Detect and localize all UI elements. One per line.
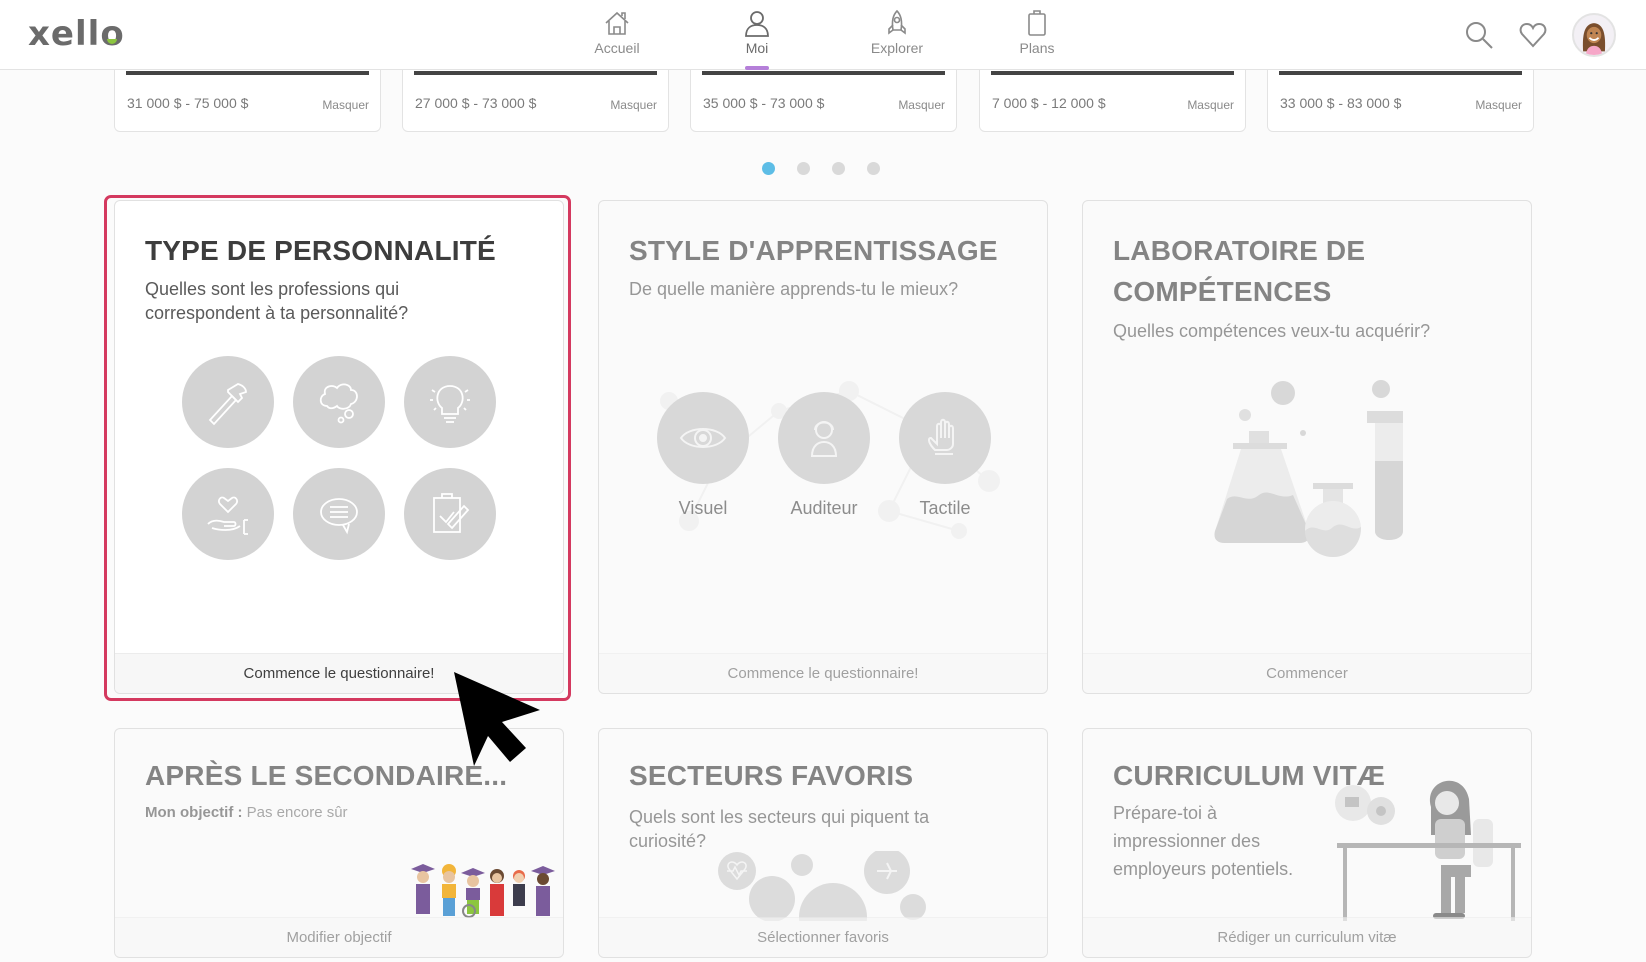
start-button[interactable]: Commencer: [1083, 653, 1531, 693]
salary-range: 27 000 $ - 73 000 $: [415, 95, 537, 111]
salary-range: 35 000 $ - 73 000 $: [703, 95, 825, 111]
hand-icon: [899, 392, 991, 484]
subtitle-line: Quels sont les secteurs qui piquent ta: [629, 807, 930, 827]
favorite-sectors-card[interactable]: SECTEURS FAVORIS Quels sont les secteurs…: [598, 728, 1048, 958]
sector-bubbles-illustration: [718, 851, 926, 921]
subtitle-line: impressionner des: [1113, 831, 1261, 851]
card-subtitle: Quels sont les secteurs qui piquent ta c…: [629, 805, 929, 853]
speech-bubble-icon: [293, 468, 385, 560]
clipboard-check-icon: [404, 468, 496, 560]
subtitle-line: Quelles sont les professions qui: [145, 279, 400, 299]
goal-value: Pas encore sûr: [246, 804, 348, 821]
goal-label: Mon objectif :: [145, 804, 243, 821]
headphones-person-icon: [778, 392, 870, 484]
personality-type-card[interactable]: TYPE DE PERSONNALITÉ Quelles sont les pr…: [114, 200, 564, 694]
nav-label: Accueil: [594, 40, 640, 56]
card-subtitle: De quelle manière apprends-tu le mieux?: [629, 279, 959, 299]
xello-logo[interactable]: xello: [28, 14, 125, 54]
learning-style-card[interactable]: STYLE D'APPRENTISSAGE De quelle manière …: [598, 200, 1048, 694]
lightbulb-icon: [404, 356, 496, 448]
active-tab-indicator: [745, 66, 769, 70]
style-label-visual: Visuel: [678, 498, 728, 518]
hide-button[interactable]: Masquer: [898, 98, 945, 112]
hammer-icon: [182, 356, 274, 448]
thought-bubble-icon: [293, 356, 385, 448]
select-favorites-button[interactable]: Sélectionner favoris: [599, 917, 1047, 957]
write-resume-button[interactable]: Rédiger un curriculum vitæ: [1083, 917, 1531, 957]
person-icon: [745, 11, 769, 37]
nav-plans[interactable]: Plans: [992, 8, 1082, 56]
hide-button[interactable]: Masquer: [322, 98, 369, 112]
nav-label: Explorer: [870, 40, 924, 56]
card-title: LABORATOIRE DE COMPÉTENCES: [1113, 230, 1365, 312]
nav-label: Plans: [1019, 40, 1055, 56]
salary-bar: [1279, 71, 1522, 75]
hide-button[interactable]: Masquer: [1475, 98, 1522, 112]
nav-moi[interactable]: Moi: [712, 8, 802, 70]
subtitle-line: curiosité?: [629, 831, 707, 851]
salary-bar: [126, 71, 369, 75]
lab-flask-illustration: [1214, 380, 1403, 557]
avatar[interactable]: [1572, 13, 1616, 57]
subtitle-line: correspondent à ta personnalité?: [145, 303, 409, 323]
style-label-tactile: Tactile: [919, 498, 971, 518]
hide-button[interactable]: Masquer: [610, 98, 657, 112]
card-title: STYLE D'APPRENTISSAGE: [629, 235, 998, 266]
carousel-pagination: [762, 162, 880, 175]
home-icon: [605, 11, 629, 35]
start-questionnaire-button[interactable]: Commence le questionnaire!: [599, 653, 1047, 693]
subtitle-line: Prépare-toi à: [1113, 803, 1218, 823]
subtitle-line: employeurs potentiels.: [1113, 859, 1294, 879]
mouse-cursor-icon: [454, 672, 540, 766]
heart-hand-icon: [182, 468, 274, 560]
title-line: LABORATOIRE DE: [1113, 235, 1366, 266]
top-bar: xello Accueil Moi Explorer Plans: [0, 0, 1646, 70]
salary-bar: [414, 71, 657, 75]
edit-goal-button[interactable]: Modifier objectif: [115, 917, 563, 957]
nav-accueil[interactable]: Accueil: [572, 8, 662, 56]
salary-bar: [702, 71, 945, 75]
salary-bar: [991, 71, 1234, 75]
card-subtitle: Quelles compétences veux-tu acquérir?: [1113, 321, 1431, 341]
nav-label: Moi: [745, 40, 769, 56]
resume-card[interactable]: CURRICULUM VITÆ Prépare-toi à impression…: [1082, 728, 1532, 958]
heart-icon[interactable]: [1518, 20, 1548, 50]
card-title: CURRICULUM VITÆ: [1113, 760, 1386, 791]
card-title: TYPE DE PERSONNALITÉ: [145, 235, 496, 266]
carousel-dot-1[interactable]: [762, 162, 775, 175]
style-label-auditory: Auditeur: [790, 498, 858, 518]
card-title: SECTEURS FAVORIS: [629, 760, 914, 791]
search-icon[interactable]: [1464, 20, 1494, 50]
salary-range: 33 000 $ - 83 000 $: [1280, 95, 1402, 111]
salary-range: 31 000 $ - 75 000 $: [127, 95, 249, 111]
graduates-illustration: [411, 864, 555, 918]
carousel-dot-3[interactable]: [832, 162, 845, 175]
card-subtitle: Quelles sont les professions qui corresp…: [145, 277, 408, 325]
rocket-icon: [888, 9, 906, 35]
hide-button[interactable]: Masquer: [1187, 98, 1234, 112]
nav-explorer[interactable]: Explorer: [852, 8, 942, 56]
carousel-dot-2[interactable]: [797, 162, 810, 175]
clipboard-icon: [1028, 10, 1046, 36]
salary-range: 7 000 $ - 12 000 $: [992, 95, 1106, 111]
card-subtitle: Prépare-toi à impressionner des employeu…: [1113, 799, 1293, 883]
goal-line: Mon objectif : Pas encore sûr: [145, 801, 348, 825]
title-line: COMPÉTENCES: [1113, 276, 1332, 307]
avatar-illustration: [1582, 23, 1606, 55]
eye-icon: [657, 392, 749, 484]
carousel-dot-4[interactable]: [867, 162, 880, 175]
skills-lab-card[interactable]: LABORATOIRE DE COMPÉTENCES Quelles compé…: [1082, 200, 1532, 694]
